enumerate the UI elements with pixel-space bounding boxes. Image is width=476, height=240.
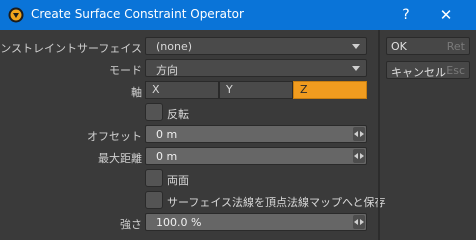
max-distance-field[interactable]: 0 m <box>145 147 367 165</box>
window-title: Create Surface Constraint Operator <box>31 7 244 21</box>
double-sided-label: 両面 <box>167 174 189 187</box>
constraint-surface-row: コンストレイントサーフェイス (none) <box>0 37 378 57</box>
save-normals-checkbox[interactable] <box>145 191 163 209</box>
strength-field[interactable]: 100.0 % <box>145 213 367 231</box>
mode-label: モード <box>109 64 142 77</box>
constraint-surface-value: (none) <box>156 40 193 53</box>
axis-label: 軸 <box>131 86 142 99</box>
spin-arrows-icon[interactable] <box>353 149 365 163</box>
double-sided-checkbox[interactable] <box>145 169 163 187</box>
dialog-window: Create Surface Constraint Operator ? ✕ コ… <box>0 0 476 240</box>
invert-row: 反転 <box>0 103 378 123</box>
ok-button[interactable]: OK Ret <box>386 37 470 55</box>
strength-label: 強さ <box>120 218 142 231</box>
spin-arrows-icon[interactable] <box>353 215 365 229</box>
save-normals-label: サーフェイス法線を頂点法線マップへと保存 <box>167 196 386 209</box>
cancel-shortcut: Esc <box>446 64 465 77</box>
constraint-surface-label: コンストレイントサーフェイス <box>0 42 142 55</box>
title-bar[interactable]: Create Surface Constraint Operator ? ✕ <box>0 0 476 30</box>
save-normals-row: サーフェイス法線を頂点法線マップへと保存 <box>0 191 385 211</box>
mode-value: 方向 <box>156 64 178 77</box>
offset-label: オフセット <box>87 130 142 143</box>
close-button[interactable]: ✕ <box>426 0 466 30</box>
mode-row: モード 方向 <box>0 59 378 79</box>
mode-dropdown[interactable]: 方向 <box>145 59 367 77</box>
constraint-surface-dropdown[interactable]: (none) <box>145 37 367 55</box>
cancel-label: キャンセル <box>391 66 446 79</box>
panel-divider <box>378 30 380 240</box>
strength-value: 100.0 % <box>156 216 202 229</box>
offset-field[interactable]: 0 m <box>145 125 367 143</box>
app-icon <box>8 7 24 23</box>
axis-z-button[interactable]: Z <box>293 81 367 99</box>
chevron-down-icon <box>352 44 360 49</box>
action-buttons: OK Ret キャンセル Esc <box>386 37 470 85</box>
double-sided-row: 両面 <box>0 169 378 189</box>
options-form: コンストレイントサーフェイス (none) モード 方向 軸 X Y Z 反転 <box>0 30 385 240</box>
strength-row: 強さ 100.0 % <box>0 213 378 233</box>
help-button[interactable]: ? <box>386 0 426 30</box>
axis-row: 軸 X Y Z <box>0 81 378 101</box>
max-distance-value: 0 m <box>156 150 178 163</box>
invert-checkbox[interactable] <box>145 103 163 121</box>
max-distance-label: 最大距離 <box>98 152 142 165</box>
spin-arrows-icon[interactable] <box>353 127 365 141</box>
chevron-down-icon <box>352 66 360 71</box>
max-distance-row: 最大距離 0 m <box>0 147 378 167</box>
axis-y-button[interactable]: Y <box>219 81 293 99</box>
axis-x-button[interactable]: X <box>145 81 219 99</box>
ok-label: OK <box>391 40 407 53</box>
offset-row: オフセット 0 m <box>0 125 378 145</box>
offset-value: 0 m <box>156 128 178 141</box>
cancel-button[interactable]: キャンセル Esc <box>386 61 470 79</box>
ok-shortcut: Ret <box>446 40 465 53</box>
axis-selector: X Y Z <box>145 81 367 99</box>
invert-label: 反転 <box>167 108 189 121</box>
